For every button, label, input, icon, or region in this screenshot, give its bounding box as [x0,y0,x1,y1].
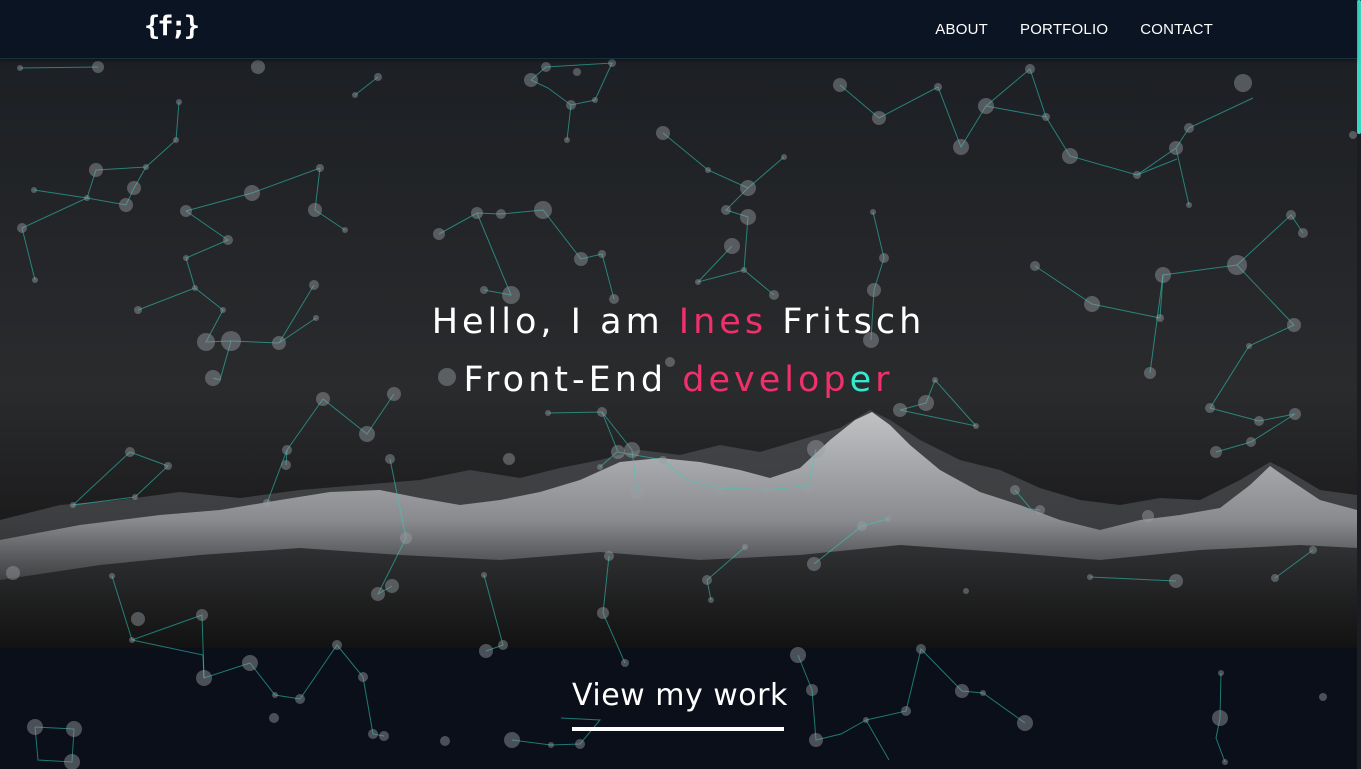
navbar: {f;} ABOUT PORTFOLIO CONTACT [0,0,1357,59]
nav-link-contact[interactable]: CONTACT [1140,21,1213,38]
typing-cursor-letter: e [849,360,876,400]
page: {f;} ABOUT PORTFOLIO CONTACT Hello, I am… [0,0,1361,769]
greeting-prefix: Hello, I am [431,302,679,342]
last-name: Fritsch [767,302,926,342]
first-name: Ines [678,302,768,342]
site-logo[interactable]: {f;} [144,10,200,44]
hero-greeting: Hello, I am Ines Fritsch [0,302,1357,342]
nav-links: ABOUT PORTFOLIO CONTACT [935,0,1213,58]
role-word-end: r [875,360,894,400]
scrollbar-track[interactable] [1357,0,1361,769]
scrollbar-thumb[interactable] [1357,0,1361,134]
hero-role: Front-End developer [0,360,1357,400]
nav-link-portfolio[interactable]: PORTFOLIO [1020,21,1108,38]
view-my-work-button[interactable]: View my work [572,678,787,731]
role-word-start: develop [682,360,850,400]
nav-link-about[interactable]: ABOUT [935,21,988,38]
role-prefix: Front-End [463,360,683,400]
